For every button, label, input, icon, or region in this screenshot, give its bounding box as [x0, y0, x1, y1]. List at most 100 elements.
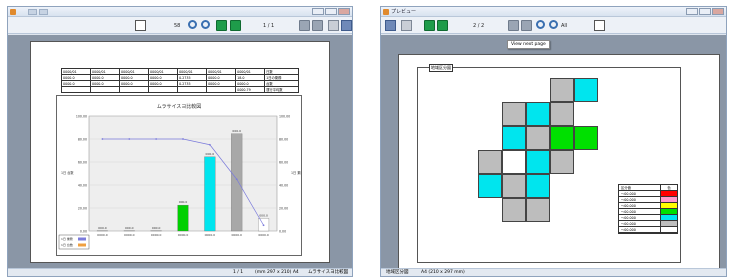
page-indicator: 2 / 2: [473, 23, 485, 29]
legend-swatch: [661, 215, 677, 220]
first-page-icon[interactable]: [216, 20, 227, 31]
y-tick-label-right: 100.00: [279, 115, 290, 119]
right-preview-area[interactable]: 地域区分図 区分値色〜00.000 〜00.000 〜00.000 〜00.000 〜0…: [381, 35, 726, 270]
close-button[interactable]: [712, 8, 724, 15]
fit-page-icon[interactable]: [594, 20, 605, 31]
y-tick-label-right: 20.00: [279, 207, 288, 211]
minimize-button[interactable]: [686, 8, 698, 15]
bar-value-label: 000.0: [259, 213, 268, 217]
map-page: 地域区分図 区分値色〜00.000 〜00.000 〜00.000 〜00.000 〜0…: [398, 54, 720, 270]
line-point: [208, 143, 211, 146]
legend-swatch: [661, 191, 677, 196]
next-page-icon[interactable]: [508, 20, 519, 31]
y-tick-label-right: 80.00: [279, 138, 288, 142]
legend-row-label: 〜00.000: [619, 209, 661, 214]
map-cell: [502, 174, 526, 198]
window-controls: [686, 8, 724, 15]
x-tick-label: 0000.0: [124, 233, 135, 237]
bar-value-label: 000.0: [152, 226, 161, 230]
table-cell: [90, 86, 121, 93]
zoom-value[interactable]: All: [561, 23, 567, 29]
maximize-button[interactable]: [699, 8, 711, 15]
print-icon[interactable]: [401, 20, 412, 31]
page-indicator: 1 / 1: [263, 23, 275, 29]
legend-header-label: 区分値: [619, 185, 661, 190]
status-page-info: 1 / 1: [233, 270, 244, 275]
bar-value-label: 000.0: [125, 226, 134, 230]
line-point: [155, 138, 158, 140]
x-tick-label: 0000.0: [151, 233, 162, 237]
chart-title: ムラサイスヨ比較図: [157, 103, 202, 110]
x-tick-label: 0000.0: [97, 233, 108, 237]
map-cell: [550, 126, 574, 150]
quick-access-toolbar: [28, 9, 48, 15]
zoom-in-icon[interactable]: [188, 20, 197, 29]
quick-save-icon[interactable]: [28, 9, 37, 15]
x-tick-label: 0000.0: [258, 233, 269, 237]
legend-row-label: 〜00.000: [619, 227, 661, 232]
y-tick-label-right: 0.00: [279, 230, 286, 234]
close-button[interactable]: [338, 8, 350, 15]
legend-swatch: [78, 237, 86, 241]
legend-row-label: 〜00.000: [619, 215, 661, 220]
map-cell: [478, 174, 502, 198]
table-cell: [60, 86, 92, 93]
line-point: [262, 224, 265, 227]
table-cell: [148, 86, 179, 93]
last-page-icon[interactable]: [312, 20, 323, 31]
report-page: 0000/01 0000/01 0000/01 0000/01 0000/01 0000/…: [30, 41, 330, 263]
color-legend: 区分値色〜00.000 〜00.000 〜00.000 〜00.000 〜00.000 〜…: [618, 184, 678, 234]
save-icon[interactable]: [341, 20, 352, 31]
table-cell: 運行平均数: [264, 86, 299, 93]
y-axis-label-right: 1日 乗務: [291, 170, 301, 175]
previous-page-icon[interactable]: [437, 20, 448, 31]
previous-page-icon[interactable]: [230, 20, 241, 31]
legend-row-label: 〜00.000: [619, 191, 661, 196]
print-icon[interactable]: [328, 20, 339, 31]
line-point: [182, 138, 184, 140]
save-icon[interactable]: [385, 20, 396, 31]
first-page-icon[interactable]: [424, 20, 435, 31]
table-cell: [206, 86, 237, 93]
zoom-in-icon[interactable]: [536, 20, 545, 29]
quick-undo-icon[interactable]: [39, 9, 48, 15]
map-cell: [502, 126, 526, 150]
x-tick-label: 0000.0: [231, 233, 242, 237]
map-cell: [526, 174, 550, 198]
map-cell: [478, 150, 502, 174]
bar-value-label: 000.0: [98, 226, 107, 230]
left-preview-window: 58 1 / 1 0000/01 0000/01 0000/01 0000/01 000…: [7, 6, 353, 277]
fit-page-icon[interactable]: [135, 20, 146, 31]
bar: [177, 204, 189, 232]
left-preview-area[interactable]: 0000/01 0000/01 0000/01 0000/01 0000/01 0000/…: [8, 35, 352, 268]
y-tick-label: 40.00: [78, 184, 87, 188]
legend-swatch: [661, 209, 677, 214]
legend-header-value: 色: [667, 186, 671, 190]
bar: [204, 156, 216, 232]
y-tick-label: 0.00: [80, 230, 87, 234]
maximize-button[interactable]: [325, 8, 337, 15]
map-cell: [526, 102, 550, 126]
y-tick-label: 100.00: [76, 115, 87, 119]
zoom-value[interactable]: 58: [174, 23, 180, 29]
status-document-name: 地域区分図: [386, 270, 409, 275]
region-grid-map: [478, 68, 618, 243]
bar-line-chart: ムラサイスヨ比較図 100.00 100.00 80.00 80.00 60.00 60.0…: [58, 103, 304, 250]
bar-value-label: 000.0: [179, 200, 188, 204]
right-preview-window: プレビュー 2 / 2 All 地域区分図 区分値色〜00.000 〜00.000…: [380, 6, 727, 277]
zoom-out-icon[interactable]: [549, 20, 558, 29]
right-toolbar: 2 / 2 All: [381, 17, 726, 34]
zoom-out-icon[interactable]: [201, 20, 210, 29]
minimize-button[interactable]: [312, 8, 324, 15]
map-frame: 地域区分図 区分値色〜00.000 〜00.000 〜00.000 〜00.000 〜0…: [417, 64, 681, 263]
y-tick-label: 60.00: [78, 161, 87, 165]
y-tick-label: 80.00: [78, 138, 87, 142]
right-statusbar: 地域区分図 A4 (210 x 297 mm): [381, 268, 726, 276]
next-page-icon[interactable]: [299, 20, 310, 31]
map-cell: [574, 126, 598, 150]
map-cell: [502, 198, 526, 222]
left-titlebar: [8, 7, 352, 17]
legend-label: 1日 台数: [61, 242, 73, 247]
last-page-icon[interactable]: [521, 20, 532, 31]
status-paper-size: A4 (210 x 297 mm): [421, 270, 465, 275]
